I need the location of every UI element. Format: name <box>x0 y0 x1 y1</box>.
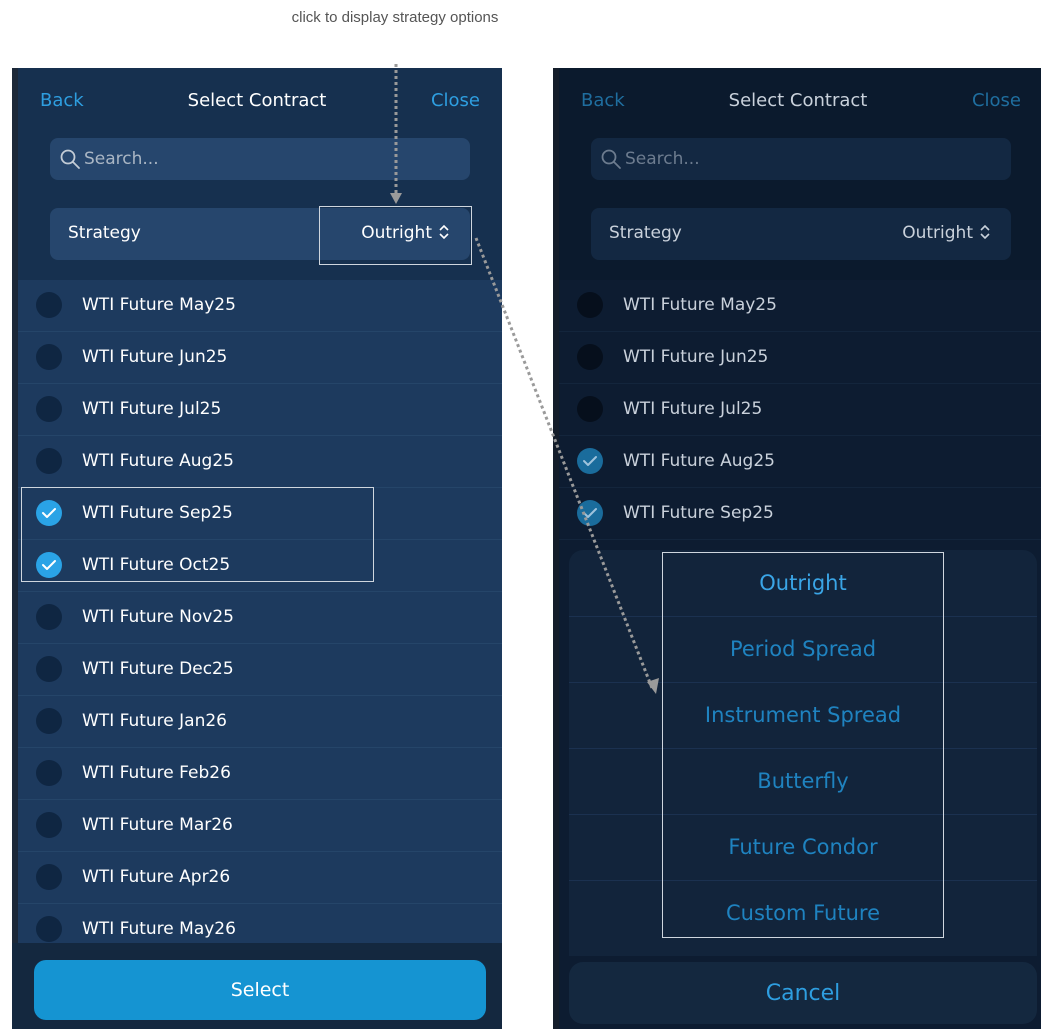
radio-checked-icon[interactable] <box>577 448 603 474</box>
contract-label: WTI Future May26 <box>82 919 236 939</box>
list-item[interactable]: WTI Future Sep25 <box>18 488 502 540</box>
contract-label: WTI Future Sep25 <box>82 503 233 523</box>
radio-unchecked-icon[interactable] <box>36 916 62 942</box>
list-item[interactable]: WTI Future Dec25 <box>18 644 502 696</box>
search-input[interactable] <box>625 144 995 174</box>
contract-label: WTI Future Oct25 <box>82 555 231 575</box>
contract-label: WTI Future Jun25 <box>82 347 228 367</box>
list-item[interactable]: WTI Future Nov25 <box>18 592 502 644</box>
select-contract-screen: Back Select Contract Close Strategy Outr… <box>12 68 502 1029</box>
list-item[interactable]: WTI Future Jul25 <box>559 384 1041 436</box>
strategy-picker-screen: Back Select Contract Close Strategy Outr… <box>553 68 1041 1029</box>
contract-label: WTI Future Aug25 <box>82 451 234 471</box>
radio-checked-icon[interactable] <box>36 552 62 578</box>
contract-list: WTI Future May25 WTI Future Jun25 WTI Futu… <box>559 280 1041 540</box>
strategy-value: Outright <box>902 223 973 243</box>
contract-label: WTI Future Jan26 <box>82 711 227 731</box>
strategy-value: Outright <box>361 223 432 243</box>
close-button[interactable]: Close <box>972 90 1021 111</box>
contract-label: WTI Future Aug25 <box>623 451 775 471</box>
radio-unchecked-icon[interactable] <box>577 344 603 370</box>
contract-label: WTI Future Feb26 <box>82 763 231 783</box>
radio-checked-icon[interactable] <box>577 500 603 526</box>
radio-unchecked-icon[interactable] <box>36 292 62 318</box>
chevron-up-down-icon <box>980 224 990 240</box>
page-title: Select Contract <box>728 90 868 111</box>
contract-label: WTI Future Jul25 <box>623 399 763 419</box>
strategy-row: Strategy Outright <box>591 208 1011 260</box>
list-item[interactable]: WTI Future Jun25 <box>18 332 502 384</box>
strategy-option[interactable]: Outright <box>569 550 1037 616</box>
select-button[interactable]: Select <box>34 960 486 1020</box>
strategy-row: Strategy Outright <box>50 208 470 260</box>
strategy-option[interactable]: Butterfly <box>569 748 1037 814</box>
close-button[interactable]: Close <box>431 90 480 111</box>
checkmark-icon <box>42 508 56 518</box>
list-item[interactable]: WTI Future Jun25 <box>559 332 1041 384</box>
radio-unchecked-icon[interactable] <box>36 760 62 786</box>
radio-unchecked-icon[interactable] <box>577 292 603 318</box>
strategy-option[interactable]: Custom Future <box>569 880 1037 946</box>
radio-unchecked-icon[interactable] <box>36 656 62 682</box>
strategy-option[interactable]: Future Condor <box>569 814 1037 880</box>
search-box[interactable] <box>50 138 470 180</box>
checkmark-icon <box>42 560 56 570</box>
search-box[interactable] <box>591 138 1011 180</box>
annotation-callout: click to display strategy options <box>291 9 499 26</box>
strategy-label: Strategy <box>609 223 682 243</box>
radio-unchecked-icon[interactable] <box>36 812 62 838</box>
contract-label: WTI Future Apr26 <box>82 867 231 887</box>
radio-unchecked-icon[interactable] <box>577 396 603 422</box>
list-item[interactable]: WTI Future Aug25 <box>18 436 502 488</box>
strategy-label: Strategy <box>68 223 141 243</box>
radio-unchecked-icon[interactable] <box>36 864 62 890</box>
list-item[interactable]: WTI Future Jul25 <box>18 384 502 436</box>
search-input[interactable] <box>84 144 454 174</box>
list-item[interactable]: WTI Future May25 <box>18 280 502 332</box>
radio-unchecked-icon[interactable] <box>36 604 62 630</box>
contract-label: WTI Future Nov25 <box>82 607 234 627</box>
list-item[interactable]: WTI Future Oct25 <box>18 540 502 592</box>
contract-label: WTI Future Jul25 <box>82 399 222 419</box>
chevron-up-down-icon <box>439 224 449 240</box>
contract-label: WTI Future Sep25 <box>623 503 774 523</box>
radio-unchecked-icon[interactable] <box>36 448 62 474</box>
radio-unchecked-icon[interactable] <box>36 344 62 370</box>
radio-checked-icon[interactable] <box>36 500 62 526</box>
contract-label: WTI Future Mar26 <box>82 815 233 835</box>
contract-label: WTI Future Dec25 <box>82 659 234 679</box>
contract-label: WTI Future Jun25 <box>623 347 769 367</box>
radio-unchecked-icon[interactable] <box>36 708 62 734</box>
checkmark-icon <box>583 456 597 466</box>
list-item[interactable]: WTI Future Apr26 <box>18 852 502 904</box>
list-item[interactable]: WTI Future Aug25 <box>559 436 1041 488</box>
strategy-option[interactable]: Instrument Spread <box>569 682 1037 748</box>
contract-list: WTI Future May25 WTI Future Jun25 WTI Futu… <box>18 280 502 956</box>
cancel-button[interactable]: Cancel <box>569 962 1037 1024</box>
list-item[interactable]: WTI Future Feb26 <box>18 748 502 800</box>
page-title: Select Contract <box>187 90 327 111</box>
search-icon <box>601 149 621 169</box>
contract-label: WTI Future May25 <box>82 295 236 315</box>
list-item[interactable]: WTI Future Mar26 <box>18 800 502 852</box>
strategy-selector[interactable]: Outright <box>361 223 450 243</box>
list-item[interactable]: WTI Future Sep25 <box>559 488 1041 540</box>
search-icon <box>60 149 80 169</box>
contract-label: WTI Future May25 <box>623 295 777 315</box>
checkmark-icon <box>583 508 597 518</box>
strategy-selector[interactable]: Outright <box>902 223 991 243</box>
strategy-options-sheet: Outright Period Spread Instrument Spread Bu… <box>569 550 1037 956</box>
strategy-option[interactable]: Period Spread <box>569 616 1037 682</box>
list-item[interactable]: WTI Future May25 <box>559 280 1041 332</box>
list-item[interactable]: WTI Future Jan26 <box>18 696 502 748</box>
radio-unchecked-icon[interactable] <box>36 396 62 422</box>
